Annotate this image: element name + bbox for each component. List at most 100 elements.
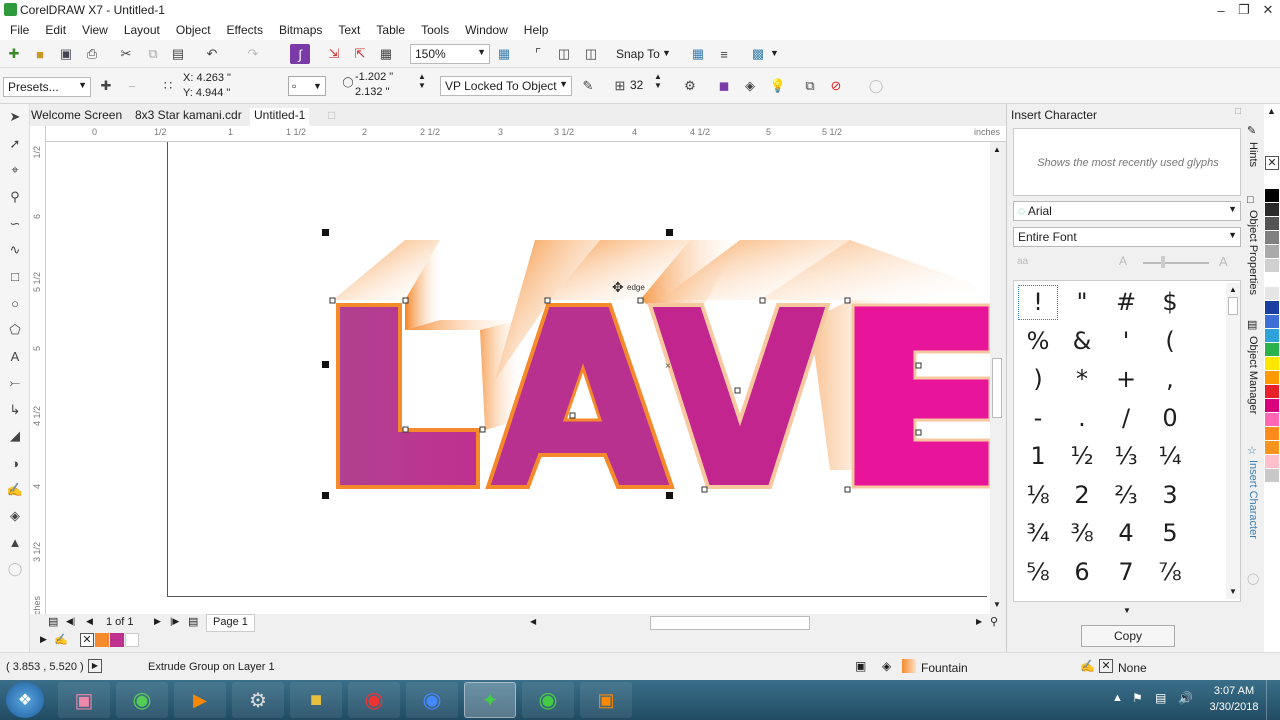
- tab-hints[interactable]: Hints: [1247, 142, 1259, 167]
- spinner-icon[interactable]: ▲ ▼: [654, 72, 662, 90]
- range-select[interactable]: Entire Font ▼: [1013, 227, 1241, 247]
- first-page-icon[interactable]: ◀|: [66, 616, 75, 627]
- menu-view[interactable]: View: [74, 20, 116, 40]
- purple-swatch[interactable]: [110, 633, 124, 647]
- extrude-rotation-icon[interactable]: ⚙: [680, 76, 700, 96]
- zoom-out-glyph-icon[interactable]: A: [1119, 254, 1127, 268]
- application-launcher-icon[interactable]: ▩: [748, 44, 768, 64]
- parallel-dimension-icon[interactable]: ⤚: [0, 370, 30, 397]
- copy-extrude-icon[interactable]: ⧉: [800, 76, 820, 96]
- copy-button[interactable]: Copy: [1081, 625, 1175, 647]
- glyph-cell[interactable]: #: [1104, 283, 1148, 322]
- print-icon[interactable]: ⎙: [82, 44, 102, 64]
- palette-menu-icon[interactable]: ▶: [40, 634, 47, 645]
- color-swatch[interactable]: [1265, 441, 1279, 454]
- glyph-cell[interactable]: ⅓: [1104, 437, 1148, 476]
- chevron-down-icon[interactable]: ▼: [770, 48, 779, 58]
- artistic-media-icon[interactable]: ∿: [0, 237, 30, 264]
- menu-effects[interactable]: Effects: [219, 20, 271, 40]
- taskbar-app-icon[interactable]: ◉: [348, 682, 400, 718]
- fountain-fill-swatch[interactable]: [902, 659, 916, 673]
- color-swatch[interactable]: [1265, 385, 1279, 398]
- glyph-cell[interactable]: ⅔: [1104, 476, 1148, 515]
- tab-object-properties[interactable]: Object Properties: [1247, 210, 1259, 295]
- glyph-cell[interactable]: !: [1016, 283, 1060, 322]
- docker-close-icon[interactable]: □: [1235, 106, 1241, 117]
- interactive-fill-icon[interactable]: ◈: [0, 503, 30, 530]
- tab-insert-character[interactable]: Insert Character: [1247, 460, 1259, 539]
- clear-extrude-icon[interactable]: ⊘: [826, 76, 846, 96]
- color-swatch[interactable]: [1265, 203, 1279, 216]
- menu-window[interactable]: Window: [457, 20, 516, 40]
- tab-star-kamani[interactable]: 8x3 Star kamani.cdr: [135, 108, 242, 122]
- color-swatch[interactable]: [1265, 455, 1279, 468]
- text-tool-icon[interactable]: A: [0, 343, 30, 370]
- presets-select[interactable]: Presets... ▼: [3, 77, 91, 97]
- lighting-icon[interactable]: 💡: [768, 76, 788, 96]
- undo-icon[interactable]: ↶: [202, 44, 222, 64]
- glyph-cell[interactable]: ': [1104, 322, 1148, 361]
- vp-x-field[interactable]: -1.202 ": [355, 71, 393, 83]
- search-content-icon[interactable]: ∫: [290, 44, 310, 64]
- font-select[interactable]: ◌ Arial ▼: [1013, 201, 1241, 221]
- glyph-cell[interactable]: ⅝: [1016, 553, 1060, 592]
- menu-object[interactable]: Object: [168, 20, 219, 40]
- menu-file[interactable]: File: [2, 20, 37, 40]
- color-swatch[interactable]: [1265, 189, 1279, 202]
- color-swatch[interactable]: [1265, 469, 1279, 482]
- guidelines-icon[interactable]: ◫: [581, 44, 601, 64]
- menu-bitmaps[interactable]: Bitmaps: [271, 20, 330, 40]
- scroll-left-icon[interactable]: ◀: [530, 617, 536, 626]
- zoom-navigator-icon[interactable]: ⚲: [990, 615, 998, 628]
- scroll-thumb[interactable]: [992, 358, 1002, 418]
- taskbar-app-icon[interactable]: ◉: [406, 682, 458, 718]
- menu-help[interactable]: Help: [516, 20, 557, 40]
- menu-layout[interactable]: Layout: [116, 20, 168, 40]
- y-position-field[interactable]: Y: 4.944 ": [181, 87, 277, 101]
- taskbar-app-icon[interactable]: ◉: [522, 682, 574, 718]
- glyph-cell[interactable]: 1: [1016, 437, 1060, 476]
- menu-table[interactable]: Table: [368, 20, 413, 40]
- grid-icon[interactable]: ◫: [554, 44, 574, 64]
- connector-tool-icon[interactable]: ↳: [0, 397, 30, 424]
- paste-icon[interactable]: ▤: [168, 44, 188, 64]
- taskbar-app-icon[interactable]: ◉: [116, 682, 168, 718]
- scroll-up-icon[interactable]: ▲: [993, 145, 1001, 154]
- polygon-tool-icon[interactable]: ⬠: [0, 317, 30, 344]
- open-icon[interactable]: ■: [30, 44, 50, 64]
- glyph-cell[interactable]: .: [1060, 399, 1104, 438]
- glyph-cell[interactable]: (: [1148, 322, 1192, 361]
- ellipse-tool-icon[interactable]: ○: [0, 290, 30, 317]
- glyph-cell[interactable]: 4: [1104, 514, 1148, 553]
- glyph-cell[interactable]: 0: [1148, 399, 1192, 438]
- tab-welcome-screen[interactable]: Welcome Screen: [31, 108, 122, 122]
- tray-arrow-icon[interactable]: ▲: [1112, 692, 1123, 704]
- full-screen-icon[interactable]: ▦: [494, 44, 514, 64]
- glyph-cell[interactable]: /: [1104, 399, 1148, 438]
- glyph-cell[interactable]: 3: [1148, 476, 1192, 515]
- color-swatch[interactable]: [1265, 259, 1279, 272]
- new-icon[interactable]: ✚: [4, 44, 24, 64]
- drawing-canvas[interactable]: ✥ edge ×: [46, 142, 990, 616]
- depth-field[interactable]: 32: [630, 78, 643, 92]
- save-icon[interactable]: ▣: [56, 44, 76, 64]
- rectangle-tool-icon[interactable]: □: [0, 264, 30, 291]
- scroll-down-icon[interactable]: ▼: [993, 600, 1001, 609]
- transparency-icon[interactable]: ◑: [0, 450, 30, 477]
- extrude-color-icon[interactable]: ◼: [714, 76, 734, 96]
- menu-tools[interactable]: Tools: [413, 20, 457, 40]
- volume-icon[interactable]: 🔊: [1178, 691, 1193, 705]
- glyph-cell[interactable]: ¼: [1148, 437, 1192, 476]
- snap-to-label[interactable]: Snap To: [616, 47, 660, 61]
- color-swatch[interactable]: [1265, 357, 1279, 370]
- color-swatch[interactable]: [1265, 175, 1279, 188]
- glyph-cell[interactable]: %: [1016, 322, 1060, 361]
- extrude-type-select[interactable]: ▫ ▼: [288, 76, 326, 96]
- network-icon[interactable]: ▤: [1155, 691, 1166, 705]
- x-position-field[interactable]: X: 4.263 ": [181, 72, 277, 86]
- import-icon[interactable]: ⇲: [324, 44, 344, 64]
- glyph-size-slider[interactable]: [1143, 262, 1209, 264]
- color-swatch[interactable]: [1265, 273, 1279, 286]
- add-preset-icon[interactable]: ✚: [96, 76, 116, 96]
- color-swatch[interactable]: [1265, 217, 1279, 230]
